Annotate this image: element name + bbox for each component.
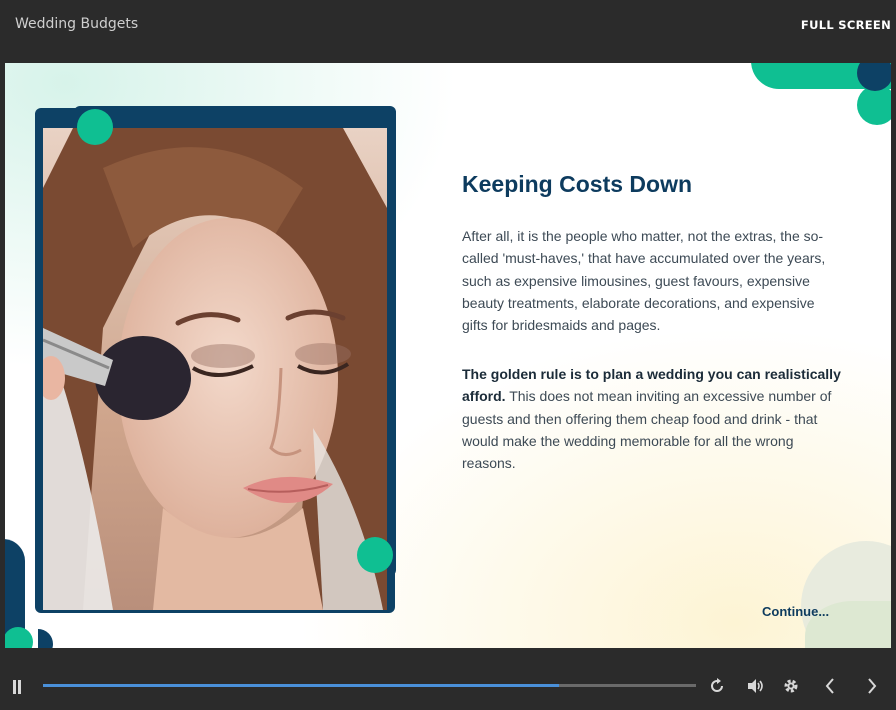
decorative-dot [77, 109, 113, 145]
continue-link[interactable]: Continue... [762, 604, 829, 619]
decorative-shape [5, 627, 33, 648]
decorative-shape [857, 85, 891, 125]
chevron-right-icon[interactable] [866, 677, 878, 699]
paragraph-2: The golden rule is to plan a wedding you… [462, 363, 842, 474]
progress-bar[interactable] [43, 684, 696, 687]
progress-fill [43, 684, 559, 687]
fullscreen-button[interactable]: FULL SCREEN [801, 18, 891, 32]
bride-makeup-photo [43, 128, 387, 610]
chevron-left-icon[interactable] [824, 677, 836, 699]
gear-icon[interactable] [783, 678, 799, 698]
slide: Keeping Costs Down After all, it is the … [5, 63, 891, 648]
paragraph-1: After all, it is the people who matter, … [462, 228, 826, 334]
replay-icon[interactable] [709, 678, 725, 698]
course-title: Wedding Budgets [15, 16, 139, 32]
slide-heading: Keeping Costs Down [462, 171, 693, 197]
paragraph-2-rest: This does not mean inviting an excessive… [462, 388, 832, 472]
pause-icon[interactable] [12, 680, 22, 694]
decorative-dot [357, 537, 393, 573]
top-bar: Wedding Budgets FULL SCREEN [0, 0, 896, 52]
player-controls [0, 648, 896, 710]
volume-icon[interactable] [747, 678, 765, 698]
